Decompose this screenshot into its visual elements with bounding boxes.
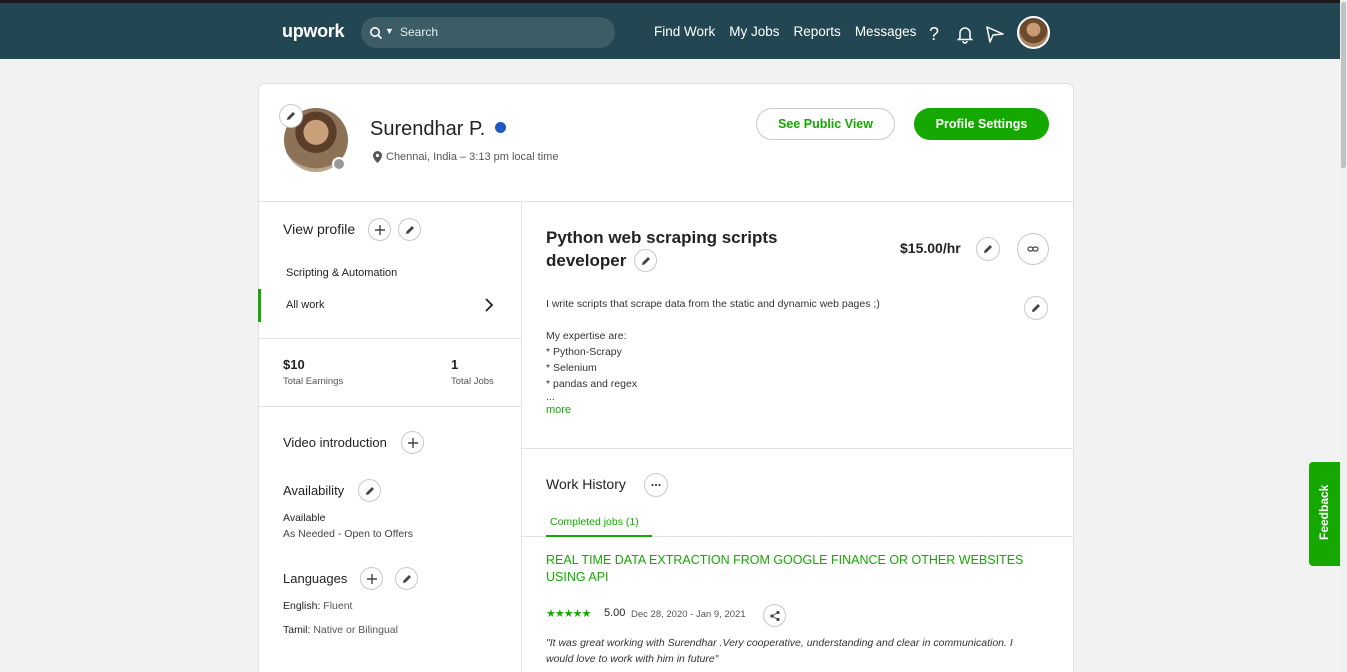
overview-line: * Selenium: [546, 362, 597, 374]
top-nav: upwork ▼ Search Find Work My Jobs Report…: [0, 0, 1340, 59]
overview-line: My expertise are:: [546, 330, 627, 342]
edit-title-button[interactable]: [634, 249, 657, 272]
more-link[interactable]: more: [546, 402, 880, 418]
status-dot: [332, 157, 346, 171]
overview-line: [546, 312, 880, 328]
languages-heading: Languages: [283, 571, 348, 586]
add-video-button[interactable]: [401, 431, 424, 454]
search-input[interactable]: ▼ Search: [361, 17, 615, 48]
language-level: Fluent: [323, 600, 353, 612]
feedback-label: Feedback: [1317, 484, 1331, 540]
chevron-right-icon[interactable]: [484, 298, 494, 312]
edit-rate-button[interactable]: [976, 237, 1000, 261]
availability-heading: Availability: [283, 483, 345, 498]
language-level: Native or Bilingual: [313, 624, 398, 636]
plus-icon: [407, 437, 418, 448]
nav-find-work[interactable]: Find Work: [654, 24, 715, 39]
nav-reports[interactable]: Reports: [794, 24, 841, 39]
work-history-menu-button[interactable]: [644, 473, 668, 497]
tab-completed-jobs[interactable]: Completed jobs (1): [550, 516, 639, 528]
send-icon[interactable]: [985, 24, 1005, 44]
chevron-down-icon[interactable]: ▼: [385, 26, 394, 36]
scrollbar-thumb[interactable]: [1341, 2, 1346, 168]
pencil-icon: [402, 574, 411, 583]
rating-value: 5.00: [604, 607, 626, 619]
sidebar-item-scripting[interactable]: Scripting & Automation: [286, 267, 397, 279]
verified-icon: [495, 122, 506, 133]
bell-icon[interactable]: [955, 24, 975, 44]
overview-line: I write scripts that scrape data from th…: [546, 298, 880, 310]
profile-overview: I write scripts that scrape data from th…: [546, 296, 880, 418]
profile-location: Chennai, India – 3:13 pm local time: [373, 151, 558, 163]
hourly-rate: $15.00/hr: [900, 240, 961, 256]
divider: [522, 448, 1073, 449]
language-name: Tamil:: [283, 624, 311, 636]
pencil-icon: [287, 112, 295, 120]
profile-name: Surendhar P.: [370, 118, 486, 140]
total-earnings-value: $10: [283, 357, 305, 372]
divider: [259, 406, 521, 407]
divider: [259, 201, 1073, 202]
language-tamil: Tamil: Native or Bilingual: [283, 624, 398, 636]
edit-languages-button[interactable]: [395, 567, 418, 590]
job-dates: Dec 28, 2020 - Jan 9, 2021: [631, 609, 746, 620]
overview-line: * Python-Scrapy: [546, 346, 622, 358]
job-title-link[interactable]: REAL TIME DATA EXTRACTION FROM GOOGLE FI…: [546, 552, 1046, 586]
video-intro-heading: Video introduction: [283, 435, 387, 450]
search-placeholder: Search: [400, 25, 439, 39]
avatar[interactable]: [1017, 16, 1050, 49]
pencil-icon: [405, 225, 414, 234]
work-history-heading: Work History: [546, 476, 626, 492]
more-icon: [651, 483, 661, 487]
pencil-icon: [641, 256, 650, 265]
copy-link-button[interactable]: [1017, 233, 1049, 265]
upwork-logo[interactable]: upwork: [282, 21, 345, 42]
edit-profiles-button[interactable]: [398, 218, 421, 241]
edit-availability-button[interactable]: [358, 479, 381, 502]
share-icon: [769, 610, 780, 621]
link-icon: [1027, 246, 1039, 252]
location-text: Chennai, India – 3:13 pm local time: [386, 151, 559, 163]
plus-icon: [374, 224, 385, 235]
client-feedback: "It was great working with Surendhar .Ve…: [546, 637, 1013, 665]
language-english: English: Fluent: [283, 600, 352, 612]
search-icon: [370, 27, 383, 40]
help-icon[interactable]: ?: [924, 24, 944, 44]
see-public-view-button[interactable]: See Public View: [756, 108, 895, 140]
edit-overview-button[interactable]: [1024, 296, 1048, 320]
feedback-tab[interactable]: Feedback: [1309, 462, 1340, 566]
pencil-icon: [1032, 304, 1040, 312]
edit-photo-button[interactable]: [279, 104, 303, 128]
profile-settings-button[interactable]: Profile Settings: [914, 108, 1049, 140]
plus-icon: [366, 573, 377, 584]
total-earnings-label: Total Earnings: [283, 376, 344, 387]
share-job-button[interactable]: [763, 604, 786, 627]
active-tab-indicator: [546, 535, 652, 537]
nav-messages[interactable]: Messages: [855, 24, 917, 39]
sidebar-item-all-work[interactable]: All work: [286, 299, 325, 311]
view-profile-heading: View profile: [283, 221, 356, 237]
nav-links: Find Work My Jobs Reports Messages: [654, 24, 916, 39]
availability-detail: As Needed - Open to Offers: [283, 528, 413, 540]
total-jobs-value: 1: [451, 357, 459, 372]
overview-line: * pandas and regex: [546, 378, 638, 390]
divider: [259, 338, 521, 339]
svg-text:?: ?: [929, 24, 939, 44]
pencil-icon: [984, 245, 992, 253]
add-language-button[interactable]: [360, 567, 383, 590]
star-rating: ★★★★★: [546, 608, 591, 620]
pencil-icon: [365, 486, 374, 495]
total-jobs-label: Total Jobs: [451, 376, 494, 387]
language-name: English:: [283, 600, 321, 612]
divider: [521, 202, 522, 672]
availability-status: Available: [283, 512, 326, 524]
add-specialized-profile-button[interactable]: [368, 218, 391, 241]
profile-title: Python web scraping scripts developer: [546, 228, 778, 270]
active-indicator: [258, 289, 261, 322]
nav-my-jobs[interactable]: My Jobs: [729, 24, 779, 39]
location-pin-icon: [373, 151, 382, 163]
overview-line: ...: [546, 391, 555, 403]
